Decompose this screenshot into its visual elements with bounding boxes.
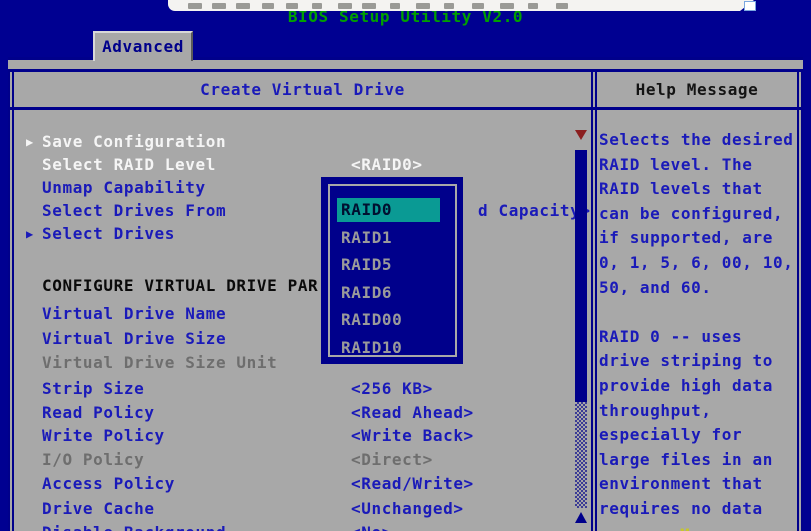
menu-row-label: Save Configuration xyxy=(42,131,226,153)
menu-row-label: Access Policy xyxy=(42,473,175,495)
setup-panel: Create Virtual Drive Help Message ▶ Save … xyxy=(8,57,803,531)
menu-row-label: I/O Policy xyxy=(42,449,144,471)
scrollbar[interactable] xyxy=(574,128,588,531)
toolbar-icon-fragment[interactable] xyxy=(188,3,202,9)
help-text-line: can be configured, xyxy=(599,202,799,226)
help-text-line: drive striping to xyxy=(599,349,799,373)
toolbar-icon-fragment[interactable] xyxy=(262,3,274,9)
scrollbar-track[interactable] xyxy=(575,402,587,508)
menu-row-label: Disable Background xyxy=(42,522,226,531)
dropdown-item[interactable]: RAID6 xyxy=(337,281,440,305)
toolbar-icon-fragment[interactable] xyxy=(500,3,514,9)
menu-row-label: Drive Cache xyxy=(42,498,155,520)
toolbar-icon-fragment[interactable] xyxy=(312,3,322,9)
help-text-line: if supported, are xyxy=(599,226,799,250)
bios-screen: BIOS Setup Utility V2.0 Advanced Create … xyxy=(0,0,811,531)
toolbar-icon-fragment[interactable] xyxy=(744,1,756,11)
toolbar-icon-fragment[interactable] xyxy=(472,3,484,9)
menu-row-value: <No> xyxy=(351,522,392,531)
menu-row-label: Select Drives xyxy=(42,223,175,245)
help-header: Help Message xyxy=(597,72,797,107)
tab-advanced[interactable]: Advanced xyxy=(93,31,193,61)
menu-row-label: Virtual Drive Name xyxy=(42,303,226,325)
help-text-line: Selects the desired xyxy=(599,128,799,152)
dropdown-item[interactable]: RAID5 xyxy=(337,253,440,277)
scroll-up-arrow-icon[interactable] xyxy=(575,512,587,523)
toolbar-icon-fragment[interactable] xyxy=(416,3,430,9)
menu-row-value: <RAID0> xyxy=(351,154,423,176)
help-text-line: requires no data xyxy=(599,497,799,521)
submenu-arrow-icon: ▶ xyxy=(26,223,34,245)
more-indicator: More: (U/d) xyxy=(680,523,792,531)
help-text-line: especially for xyxy=(599,423,799,447)
menu-row-value: <Read Ahead> xyxy=(351,402,474,424)
scroll-down-arrow-icon[interactable] xyxy=(575,130,587,140)
help-text-line: large files in an xyxy=(599,448,799,472)
help-text-line: throughput, xyxy=(599,399,799,423)
menu-row-value: <256 KB> xyxy=(351,378,433,400)
menu-row-label: Select Drives From xyxy=(42,200,226,222)
menu-row-label: Select RAID Level xyxy=(42,154,216,176)
submenu-arrow-icon: ▶ xyxy=(26,131,34,153)
toolbar-icon-fragment[interactable] xyxy=(362,3,376,9)
toolbar-icon-fragment[interactable] xyxy=(286,3,298,9)
scrollbar-thumb[interactable] xyxy=(575,150,587,402)
help-text-line: RAID levels that xyxy=(599,177,799,201)
toolbar-icon-fragment[interactable] xyxy=(338,3,352,9)
toolbar-icon-fragment[interactable] xyxy=(212,3,226,9)
menu-row-label: Unmap Capability xyxy=(42,177,206,199)
help-text-line: environment that xyxy=(599,472,799,496)
menu-row-label: Strip Size xyxy=(42,378,144,400)
help-text-line xyxy=(599,300,799,324)
dropdown-item[interactable]: RAID00 xyxy=(337,308,440,332)
toolbar-icon-fragment[interactable] xyxy=(390,3,400,9)
menu-row-value: <Write Back> xyxy=(351,425,474,447)
help-text-line: 0, 1, 5, 6, 00, 10, xyxy=(599,251,799,275)
menu-row-value: <Unchanged> xyxy=(351,498,464,520)
menu-row-label: Virtual Drive Size Unit xyxy=(42,352,277,374)
help-text-line: provide high data xyxy=(599,374,799,398)
menu-row-label: Write Policy xyxy=(42,425,165,447)
panel-left-border xyxy=(8,69,14,531)
page-title: Create Virtual Drive xyxy=(14,72,591,107)
menu-row-value: <Read/Write> xyxy=(351,473,474,495)
menu-row-label: Read Policy xyxy=(42,402,155,424)
toolbar-icon-fragment[interactable] xyxy=(556,3,568,9)
dropdown-item[interactable]: RAID0 xyxy=(337,198,440,222)
menu-row-label: CONFIGURE VIRTUAL DRIVE PAR xyxy=(42,275,318,297)
dropdown-item[interactable]: RAID10 xyxy=(337,336,440,360)
toolbar-icon-fragment[interactable] xyxy=(236,3,250,9)
raid-level-dropdown[interactable]: RAID0 RAID1 RAID5 RAID6 RAID00 RAID10 xyxy=(321,177,463,364)
remote-console-toolbar xyxy=(168,0,740,11)
menu-row-label: Virtual Drive Size xyxy=(42,328,226,350)
header-bottom-rule xyxy=(8,107,803,110)
pane-divider xyxy=(591,69,597,531)
toolbar-icon-fragment[interactable] xyxy=(444,3,454,9)
dropdown-item[interactable]: RAID1 xyxy=(337,226,440,250)
menu-row-value: <Direct> xyxy=(351,449,433,471)
help-text-line: 50, and 60. xyxy=(599,276,799,300)
help-text-line: RAID level. The xyxy=(599,153,799,177)
help-text-line: RAID 0 -- uses xyxy=(599,325,799,349)
toolbar-icon-fragment[interactable] xyxy=(528,3,538,9)
